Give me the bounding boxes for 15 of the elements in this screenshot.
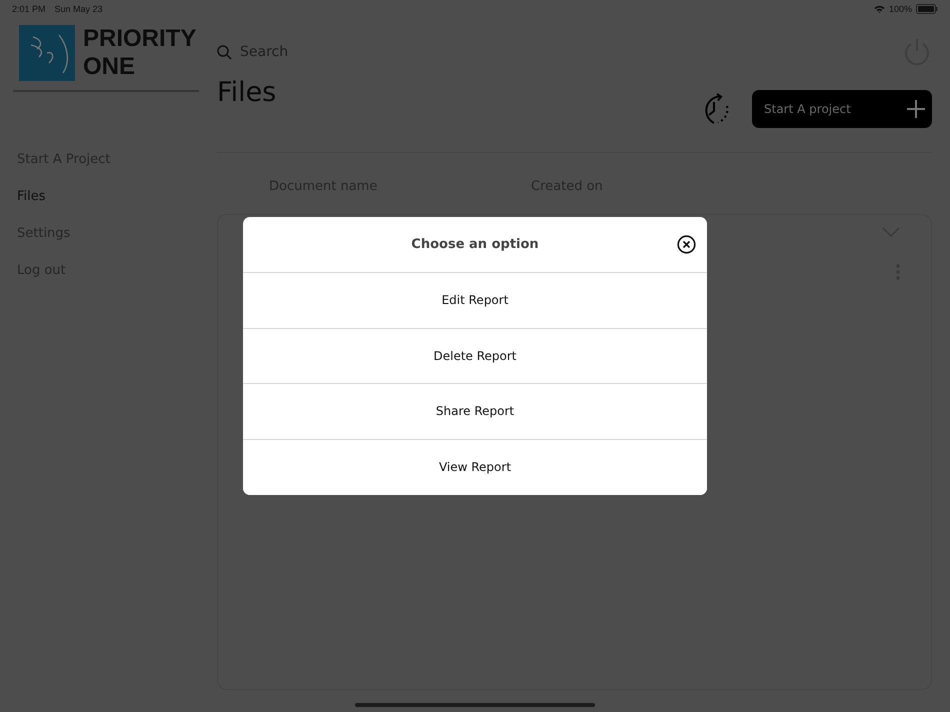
status-time: 2:01 PM <box>12 4 46 14</box>
start-project-button[interactable]: Start A project <box>752 90 932 128</box>
status-date: Sun May 23 <box>54 4 103 14</box>
wifi-icon <box>874 4 885 12</box>
battery-icon <box>916 4 938 14</box>
plus-icon <box>906 99 926 119</box>
battery-percent: 100% <box>888 4 912 14</box>
sidebar-item[interactable]: Files <box>13 187 199 207</box>
dialog-title: Choose an option <box>411 237 539 252</box>
logo-icon <box>19 25 75 81</box>
close-icon[interactable] <box>677 235 696 254</box>
brand-name: PRIORITY <box>83 25 196 53</box>
search-icon <box>217 44 232 60</box>
page-title: Files <box>217 77 276 108</box>
brand-name: ONE <box>83 53 136 81</box>
